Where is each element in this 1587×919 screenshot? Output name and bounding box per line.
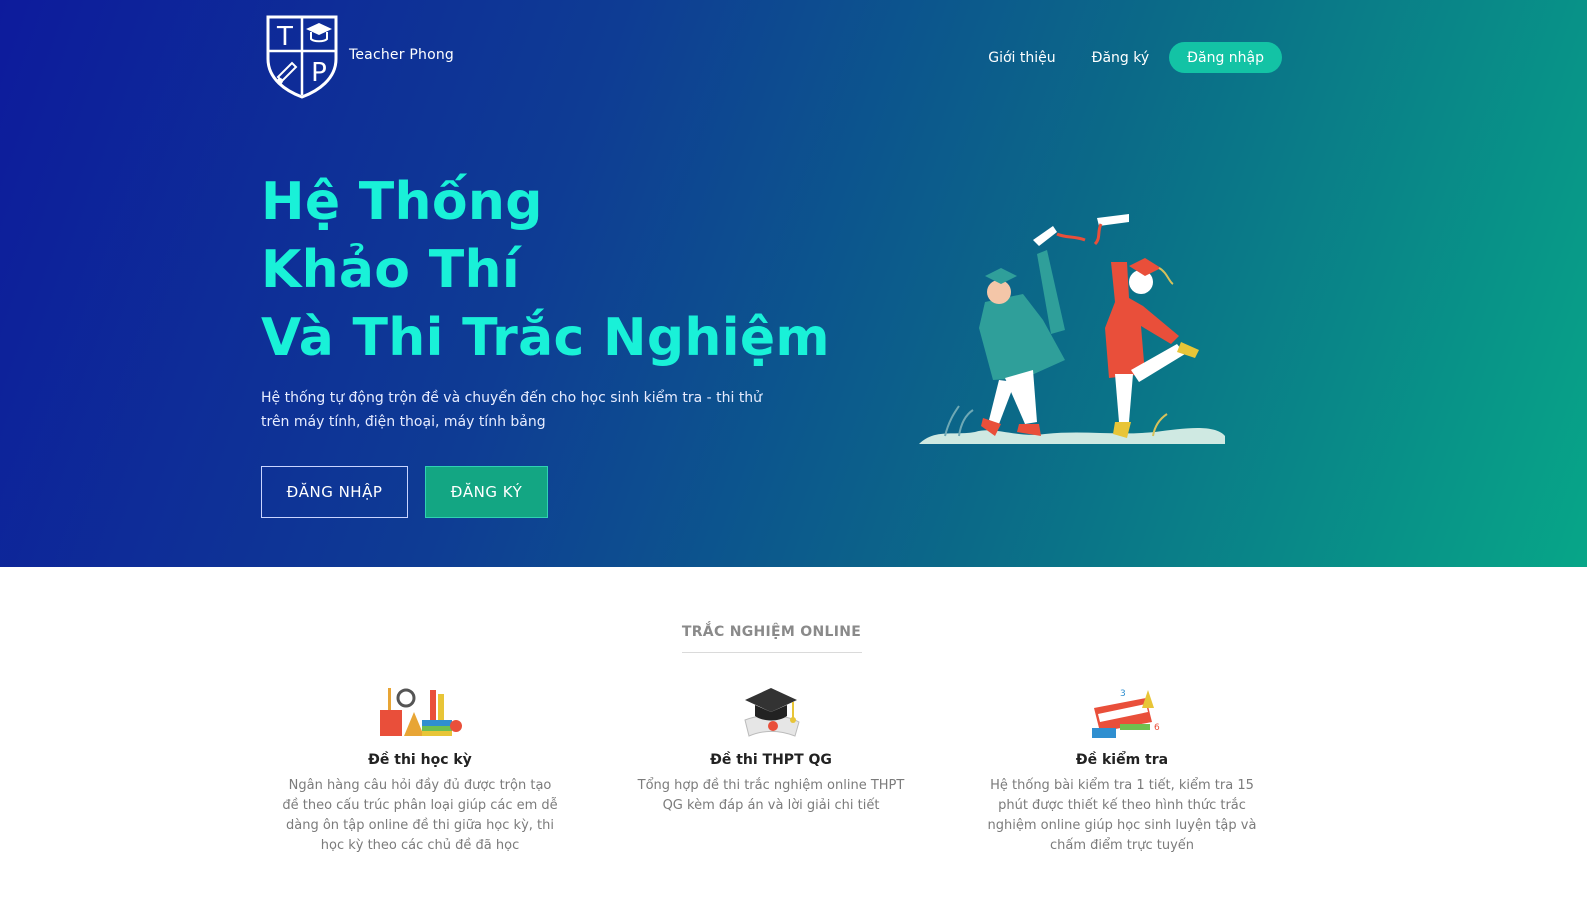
school-supplies-icon — [380, 688, 462, 736]
hero-banner: T P Teacher Phong Giới thiệu Đăng ký Đăn… — [0, 0, 1587, 567]
brand-name[interactable]: Teacher Phong — [349, 47, 454, 63]
hero-title-line: Khảo Thí — [261, 240, 520, 300]
nav-about-link[interactable]: Giới thiệu — [988, 50, 1055, 66]
graduates-celebrating-illustration — [919, 214, 1225, 444]
hero-register-button[interactable]: ĐĂNG KÝ — [425, 466, 548, 518]
card-description: Hệ thống bài kiểm tra 1 tiết, kiểm tra 1… — [987, 778, 1257, 853]
feature-card-semester-exam[interactable]: Đề thi học kỳ Ngân hàng câu hỏi đầy đủ đ… — [270, 684, 570, 856]
card-description: Tổng hợp đề thi trắc nghiệm online THPT … — [637, 778, 905, 813]
logo-shield-icon[interactable]: T P — [266, 15, 338, 99]
card-title: Đề thi THPT QG — [710, 752, 832, 768]
svg-text:3: 3 — [1120, 689, 1126, 699]
hero-title: Hệ Thống Khảo Thí Và Thi Trắc Nghiệm — [261, 168, 830, 372]
hero-title-line: Và Thi Trắc Nghiệm — [261, 308, 830, 368]
graduation-cap-icon — [744, 688, 800, 737]
svg-text:P: P — [311, 58, 327, 88]
svg-text:T: T — [276, 22, 293, 52]
math-book-icon: 3 6 — [1092, 689, 1160, 738]
hero-subtitle: Hệ thống tự động trộn đề và chuyển đến c… — [261, 390, 763, 430]
section-divider — [682, 652, 862, 653]
hero-title-line: Hệ Thống — [261, 172, 543, 232]
feature-card-national-exam[interactable]: Đề thi THPT QG Tổng hợp đề thi trắc nghi… — [621, 684, 921, 816]
nav-login-button[interactable]: Đăng nhập — [1169, 42, 1282, 73]
hero-login-button[interactable]: ĐĂNG NHẬP — [261, 466, 408, 518]
card-title: Đề thi học kỳ — [368, 752, 472, 768]
feature-card-quiz[interactable]: 3 6 Đề kiểm tra Hệ thống bài kiểm tra 1 … — [972, 684, 1272, 856]
section-title: TRẮC NGHIỆM ONLINE — [681, 624, 862, 640]
nav-register-link[interactable]: Đăng ký — [1092, 50, 1150, 66]
card-title: Đề kiểm tra — [1075, 752, 1169, 768]
svg-text:6: 6 — [1154, 723, 1160, 733]
card-description: Ngân hàng câu hỏi đầy đủ được trộn tạo đ… — [282, 778, 558, 853]
top-nav: Giới thiệu Đăng ký Đăng nhập — [988, 42, 1282, 73]
